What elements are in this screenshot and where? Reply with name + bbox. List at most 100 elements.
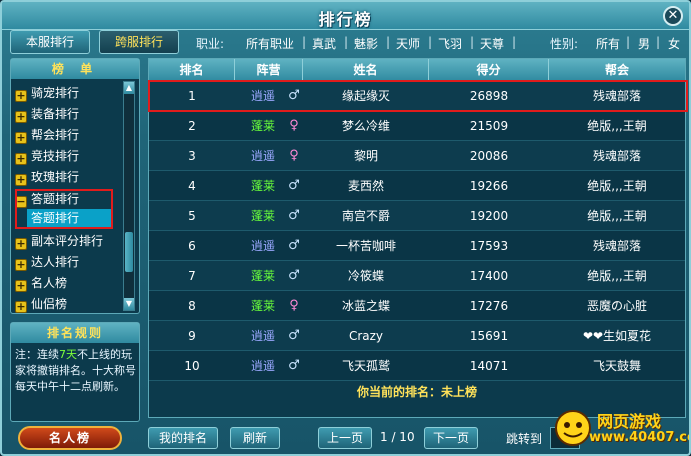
sidebar-item-guild[interactable]: + 帮会排行 [15,125,119,145]
sidebar-item-expert[interactable]: + 达人排行 [15,252,119,272]
watermark-title: 网页游戏 [597,412,662,431]
expand-icon: + [15,131,27,144]
cell-faction: 逍遥 [250,149,275,163]
cell-faction: 蓬莱 [250,179,275,193]
separator: | [470,35,475,49]
sidebar-item-equipment[interactable]: + 装备排行 [15,104,119,124]
cell-rank: 7 [188,269,196,283]
refresh-button[interactable]: 刷新 [230,427,280,449]
filter-profession-all[interactable]: 所有职业 [246,35,294,52]
scroll-down-icon[interactable]: ▼ [124,298,134,310]
male-icon: ♂ [288,358,300,373]
expand-icon: + [15,89,27,102]
cell-name: 一杯苦咖啡 [335,239,396,253]
ranking-rules-panel: 排名规则 注：连续7天不上线的玩家将撤销排名。十大称号每天中午十二点刷新。 [10,322,140,422]
cell-rank: 9 [188,329,196,343]
sidebar-item-celebrity[interactable]: + 名人榜 [15,273,119,293]
window-title: 排行榜 [318,10,373,29]
cell-name: 冰蓝之蝶 [341,299,390,313]
highlight-box [15,189,113,229]
filter-profession-tianzun[interactable]: 天尊 [480,35,504,52]
filter-profession-meiying[interactable]: 魅影 [354,35,378,52]
filter-profession-zhenwu[interactable]: 真武 [312,35,336,52]
expand-icon: + [15,173,27,186]
cell-guild: 恶魔の心脏 [586,299,647,313]
rules-header: 排名规则 [11,323,139,343]
table-row[interactable]: 2 蓬莱 ♀ 梦么冷维 21509 绝版,,,王朝 [149,111,685,141]
female-icon: ♀ [289,118,299,133]
cell-faction: 蓬莱 [250,299,275,313]
table-row[interactable]: 9 逍遥 ♂ Crazy 15691 ❤❤生如夏花 [149,321,685,351]
table-row[interactable]: 8 蓬莱 ♀ 冰蓝之蝶 17276 恶魔の心脏 [149,291,685,321]
highlight-box [148,80,688,112]
cell-name: Crazy [348,329,384,343]
cell-name: 飞天孤鹫 [341,359,390,373]
list-scrollbar[interactable]: ▲ ▼ [123,81,135,311]
sidebar-item-mount[interactable]: + 骑宠排行 [15,83,119,103]
tab-server-ranking[interactable]: 本服排行 [10,30,90,54]
cell-faction: 蓬莱 [250,269,275,283]
female-icon: ♀ [289,148,299,163]
next-page-button[interactable]: 下一页 [424,427,478,449]
column-header-name: 姓名 [303,59,429,81]
cell-score: 19200 [469,209,509,223]
table-header: 排名 阵营 姓名 得分 帮会 [149,59,685,81]
male-icon: ♂ [288,208,300,223]
table-row[interactable]: 5 蓬莱 ♂ 南宫不爵 19200 绝版,,,王朝 [149,201,685,231]
site-watermark: 网页游戏 www.40407.com [553,406,689,454]
cell-rank: 8 [188,299,196,313]
table-row[interactable]: 4 蓬莱 ♂ 麦西然 19266 绝版,,,王朝 [149,171,685,201]
close-icon: ✕ [667,8,679,23]
profession-label: 职业: [196,37,225,51]
cell-guild: 飞天鼓舞 [592,359,641,373]
male-icon: ♂ [288,268,300,283]
filter-gender-male[interactable]: 男 [638,35,650,52]
page-indicator: 1 / 10 [380,430,415,444]
separator: | [386,35,391,49]
cell-guild: 绝版,,,王朝 [587,119,647,133]
celebrity-button[interactable]: 名人榜 [18,426,122,450]
cell-name: 梦么冷维 [341,119,390,133]
sidebar-item-label: 玫瑰排行 [31,170,80,184]
filter-profession-feiyu[interactable]: 飞羽 [438,35,462,52]
scroll-up-icon[interactable]: ▲ [124,82,134,94]
sidebar-item-arena[interactable]: + 竞技排行 [15,146,119,166]
table-row[interactable]: 3 逍遥 ♀ 黎明 20086 残魂部落 [149,141,685,171]
sidebar-item-dungeon-score[interactable]: + 副本评分排行 [15,231,119,251]
scroll-thumb[interactable] [125,232,133,272]
cell-rank: 2 [188,119,196,133]
cell-score: 17400 [469,269,509,283]
cell-guild: 残魂部落 [592,239,641,253]
prev-page-button[interactable]: 上一页 [318,427,372,449]
cell-name: 南宫不爵 [341,209,390,223]
expand-icon: + [15,110,27,123]
sidebar-item-rose[interactable]: + 玫瑰排行 [15,167,119,187]
cell-rank: 4 [188,179,196,193]
cell-name: 黎明 [353,149,378,163]
table-row[interactable]: 6 逍遥 ♂ 一杯苦咖啡 17593 残魂部落 [149,231,685,261]
separator: | [512,35,517,49]
filter-gender-all[interactable]: 所有 [596,35,620,52]
male-icon: ♂ [288,178,300,193]
column-header-faction: 阵营 [235,59,303,81]
cell-score: 21509 [469,119,509,133]
separator: | [302,35,307,49]
sidebar-item-couple[interactable]: + 仙侣榜 [15,294,119,314]
filter-profession-tianshi[interactable]: 天师 [396,35,420,52]
cell-score: 14071 [469,359,509,373]
filter-gender-female[interactable]: 女 [668,35,680,52]
table-row[interactable]: 7 蓬莱 ♂ 冷筱蝶 17400 绝版,,,王朝 [149,261,685,291]
tab-cross-server-ranking[interactable]: 跨服排行 [99,30,179,54]
jump-to-label: 跳转到 [506,432,543,446]
close-button[interactable]: ✕ [663,6,683,26]
male-icon: ♂ [288,238,300,253]
table-row[interactable]: 10 逍遥 ♂ 飞天孤鹫 14071 飞天鼓舞 [149,351,685,381]
cell-score: 15691 [469,329,509,343]
ranking-window: 排行榜 ✕ 本服排行 跨服排行 职业: 所有职业 | 真武 | 魅影 | 天师 … [0,0,691,456]
my-rank-button[interactable]: 我的排名 [148,427,218,449]
cell-faction: 蓬莱 [250,209,275,223]
male-icon: ♂ [288,328,300,343]
title-bar: 排行榜 ✕ [2,2,689,30]
my-rank-text: 你当前的排名：未上榜 [356,385,477,399]
expand-icon: + [15,279,27,292]
